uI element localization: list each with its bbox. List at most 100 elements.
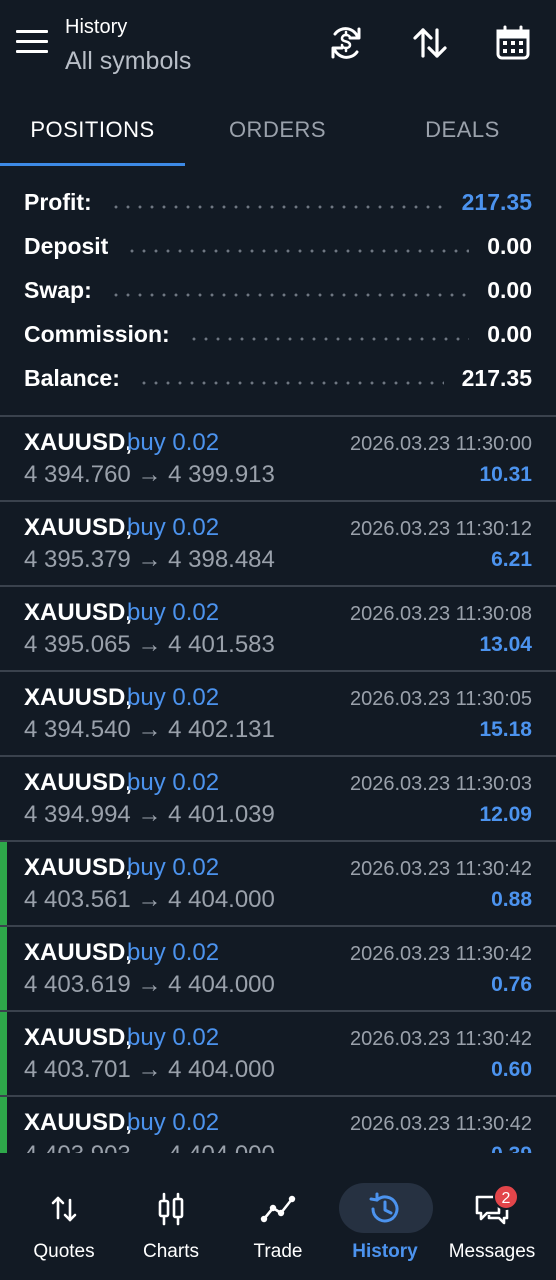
deal-time: 2026.03.23 11:30:08 (349, 603, 532, 625)
tab-deals[interactable]: DEALS (370, 95, 555, 167)
summary-value: 217.35 (461, 364, 532, 391)
calendar-icon[interactable] (493, 22, 533, 64)
page-title: History (65, 16, 128, 38)
dotted-leader (126, 249, 470, 253)
trade-icon (224, 1189, 332, 1229)
deal-type: buy 0.02 (127, 769, 220, 796)
deal-prices: 4 395.065 → 4 401.583 (24, 631, 275, 658)
tab-indicator (0, 163, 185, 166)
tab-positions[interactable]: POSITIONS (0, 95, 185, 167)
currency-exchange-icon[interactable] (326, 22, 366, 64)
nav-history[interactable]: History (331, 1153, 439, 1280)
messages-icon (438, 1189, 546, 1229)
deal-symbol: XAUUSD, (24, 939, 133, 966)
deal-type: buy 0.02 (127, 599, 220, 626)
deal-symbol: XAUUSD, (24, 429, 133, 456)
deal-time: 2026.03.23 11:30:42 (349, 1113, 532, 1135)
quotes-icon (10, 1189, 118, 1229)
deal-type: buy 0.02 (127, 1109, 220, 1136)
deal-prices: 4 403.561 → 4 404.000 (24, 886, 275, 913)
dotted-leader (137, 381, 444, 385)
summary-value: 0.00 (487, 276, 532, 303)
summary-swap-row: Swap: 0.00 (0, 268, 556, 312)
deal-time: 2026.03.23 11:30:42 (349, 943, 532, 965)
deal-profit: 15.18 (479, 718, 532, 741)
deal-prices: 4 394.760 → 4 399.913 (24, 461, 275, 488)
dotted-leader (187, 337, 470, 341)
summary-label: Balance: (24, 364, 120, 391)
deal-type: buy 0.02 (127, 939, 220, 966)
deal-profit: 0.39 (491, 1143, 532, 1153)
summary-commission-row: Commission: 0.00 (0, 312, 556, 356)
nav-charts[interactable]: Charts (117, 1153, 225, 1280)
nav-messages[interactable]: 2 Messages (438, 1153, 546, 1280)
deal-row[interactable]: XAUUSD, buy 0.02 4 403.701 → 4 404.000 2026… (0, 1012, 556, 1097)
nav-trade[interactable]: Trade (224, 1153, 332, 1280)
summary-label: Swap: (24, 276, 92, 303)
deal-time: 2026.03.23 11:30:00 (349, 433, 532, 455)
deal-prices: 4 403.903 → 4 404.000 (24, 1141, 275, 1153)
deal-profit: 0.88 (491, 888, 532, 911)
deal-prices: 4 403.619 → 4 404.000 (24, 971, 275, 998)
nav-label: Trade (253, 1241, 303, 1262)
deal-row[interactable]: XAUUSD, buy 0.02 4 403.561 → 4 404.000 2026… (0, 842, 556, 927)
charts-icon (117, 1189, 225, 1229)
deal-row[interactable]: XAUUSD, buy 0.02 4 394.540 → 4 402.131 2026… (0, 672, 556, 757)
deal-profit: 10.31 (479, 463, 532, 486)
deal-type: buy 0.02 (127, 514, 220, 541)
title-block: History All symbols (65, 14, 191, 78)
summary-value: 217.35 (461, 188, 532, 215)
summary-label: Deposit (24, 232, 109, 259)
summary-value: 0.00 (487, 232, 532, 259)
summary-label: Profit: (24, 188, 92, 215)
deal-prices: 4 394.540 → 4 402.131 (24, 716, 275, 743)
nav-label: Charts (143, 1241, 199, 1262)
deal-row[interactable]: XAUUSD, buy 0.02 4 394.760 → 4 399.913 2026… (0, 417, 556, 502)
deal-row[interactable]: XAUUSD,buy 0.02 4 403.903 → 4 404.000 2026… (0, 1097, 556, 1153)
summary-balance-row: Balance: 217.35 (0, 356, 556, 400)
deal-profit: 13.04 (479, 633, 532, 656)
deal-row[interactable]: XAUUSD, buy 0.02 4 394.994 → 4 401.039 2026… (0, 757, 556, 842)
deal-prices: 4 395.379 → 4 398.484 (24, 546, 275, 573)
menu-icon[interactable] (16, 30, 48, 56)
deal-row[interactable]: XAUUSD, buy 0.02 4 395.379 → 4 398.484 2026… (0, 502, 556, 587)
deal-symbol: XAUUSD, (24, 1109, 133, 1136)
deal-symbol: XAUUSD, (24, 1024, 133, 1051)
deal-symbol: XAUUSD, (24, 854, 133, 881)
tab-orders[interactable]: ORDERS (185, 95, 370, 167)
summary-value: 0.00 (487, 320, 532, 347)
deal-profit: 6.21 (491, 548, 532, 571)
nav-quotes[interactable]: Quotes (10, 1153, 118, 1280)
deal-profit: 12.09 (479, 803, 532, 826)
deal-row[interactable]: XAUUSD, buy 0.02 4 403.619 → 4 404.000 2026… (0, 927, 556, 1012)
summary-label: Commission: (24, 320, 170, 347)
summary-panel: Profit: 217.35 Deposit 0.00 Swap: 0.00 C… (0, 180, 556, 400)
summary-deposit-row: Deposit 0.00 (0, 224, 556, 268)
deal-symbol: XAUUSD, (24, 684, 133, 711)
deal-time: 2026.03.23 11:30:03 (349, 773, 532, 795)
deal-type: buy 0.02 (127, 854, 220, 881)
deal-symbol: XAUUSD, (24, 514, 133, 541)
deal-type: buy 0.02 (127, 684, 220, 711)
nav-label: Quotes (33, 1241, 95, 1262)
deal-type: buy 0.02 (127, 1024, 220, 1051)
deal-row[interactable]: XAUUSD, buy 0.02 4 395.065 → 4 401.583 2026… (0, 587, 556, 672)
history-icon (331, 1189, 439, 1229)
deal-time: 2026.03.23 11:30:05 (349, 688, 532, 710)
summary-profit-row: Profit: 217.35 (0, 180, 556, 224)
app-bar: History All symbols (0, 0, 556, 95)
positions-list[interactable]: XAUUSD, buy 0.02 4 394.760 → 4 399.913 2026… (0, 417, 556, 1153)
dotted-leader (109, 293, 470, 297)
symbol-filter[interactable]: All symbols (65, 44, 191, 78)
deal-time: 2026.03.23 11:30:42 (349, 858, 532, 880)
deal-symbol: XAUUSD, (24, 769, 133, 796)
deal-prices: 4 403.701 → 4 404.000 (24, 1056, 275, 1083)
nav-label: Messages (448, 1241, 536, 1262)
deal-prices: 4 394.994 → 4 401.039 (24, 801, 275, 828)
unread-badge: 2 (493, 1184, 519, 1210)
bottom-navigation: Quotes Charts Trade History 2 Messages (0, 1153, 556, 1280)
tab-bar: POSITIONS ORDERS DEALS (0, 95, 556, 167)
deal-profit: 0.60 (491, 1058, 532, 1081)
sort-icon[interactable] (410, 22, 450, 64)
deal-time: 2026.03.23 11:30:42 (349, 1028, 532, 1050)
